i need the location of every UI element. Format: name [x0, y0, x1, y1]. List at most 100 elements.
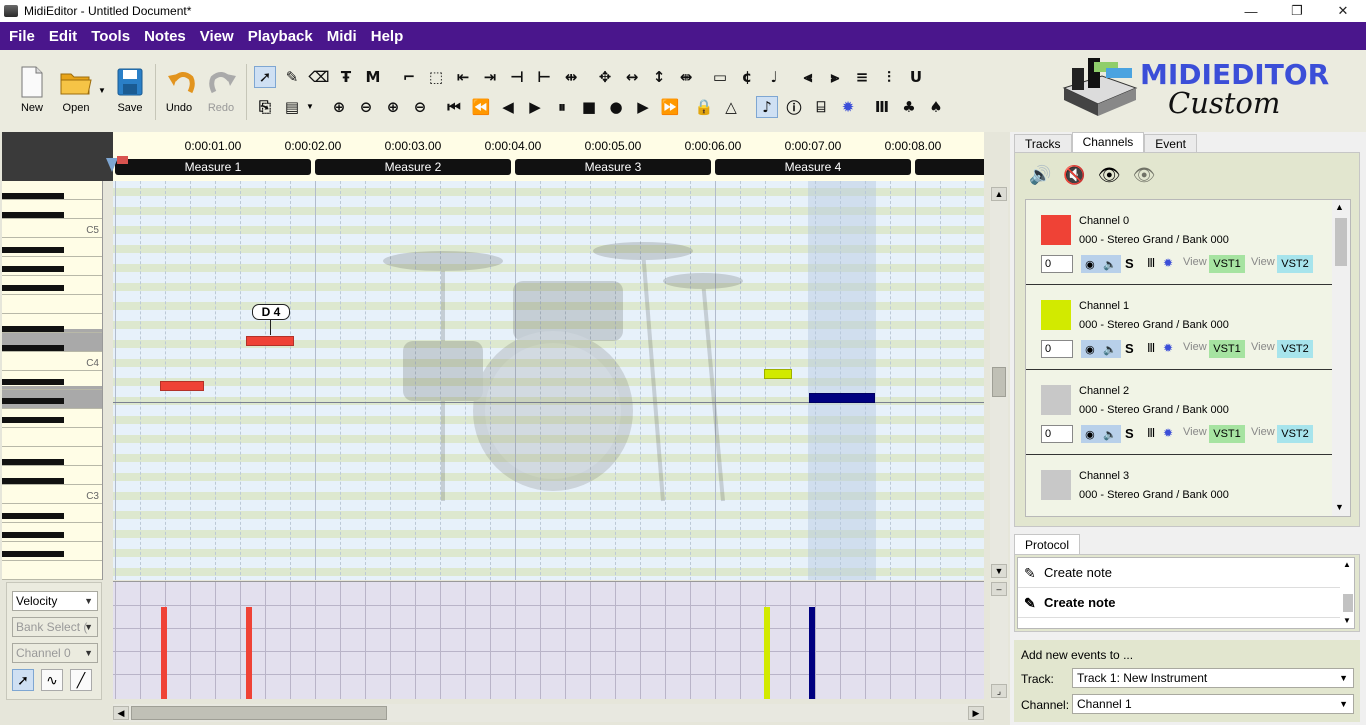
drums-icon[interactable]: ♣: [898, 96, 920, 118]
zoom-out-vertical-icon[interactable]: ⊖: [355, 96, 377, 118]
move-horizontal-icon[interactable]: ↔: [621, 66, 643, 88]
scroll-thumb[interactable]: [1343, 594, 1353, 612]
velocity-scrollbar[interactable]: – ⌟: [990, 582, 1008, 700]
equalize-icon[interactable]: ≡: [851, 66, 873, 88]
view-vst1-link[interactable]: View: [1183, 341, 1207, 353]
menu-playback[interactable]: Playback: [241, 28, 320, 45]
drum-kit-icon[interactable]: ♠: [925, 96, 947, 118]
measure-bar-5[interactable]: [915, 159, 984, 175]
all-invisible-icon[interactable]: 👁: [1133, 165, 1156, 186]
forward-icon[interactable]: ▶: [632, 96, 654, 118]
piano-black-key[interactable]: [2, 266, 64, 272]
misc-freehand-icon[interactable]: ∿: [41, 669, 63, 691]
forward-marker-icon[interactable]: ⏩: [659, 96, 681, 118]
tab-event[interactable]: Event: [1144, 134, 1197, 152]
channel-item[interactable]: Channel 1 000 - Stereo Grand / Bank 000 …: [1026, 285, 1332, 370]
minimize-button[interactable]: —: [1228, 0, 1274, 22]
cursor-marker-icon[interactable]: [117, 156, 128, 164]
channel-offset-stepper[interactable]: 0: [1041, 340, 1073, 358]
piano-white-key[interactable]: [2, 561, 102, 580]
gear-icon[interactable]: ✹: [1163, 341, 1173, 355]
menu-tools[interactable]: Tools: [84, 28, 137, 45]
velocity-bar[interactable]: [246, 607, 252, 699]
panic-icon[interactable]: ⓘ: [783, 96, 805, 118]
menu-midi[interactable]: Midi: [320, 28, 364, 45]
track-select[interactable]: Track 1: New Instrument ▼: [1072, 668, 1354, 688]
protocol-item-current[interactable]: ✎ Create note: [1018, 588, 1340, 618]
scissors-tool-icon[interactable]: M: [362, 66, 384, 88]
measure-bar-3[interactable]: Measure 3: [515, 159, 711, 175]
vst1-button[interactable]: VST1: [1209, 255, 1245, 273]
measure-bar-2[interactable]: Measure 2: [315, 159, 511, 175]
matrix-horizontal-scrollbar[interactable]: ◀ ▶: [113, 704, 984, 722]
paste-dropdown-icon[interactable]: ▼: [306, 102, 314, 111]
back-to-begin-icon[interactable]: ⏮: [443, 96, 465, 118]
glue-tool-icon[interactable]: Ŧ: [335, 66, 357, 88]
magnet-icon[interactable]: U: [905, 66, 927, 88]
measure-icon[interactable]: ▭: [709, 66, 731, 88]
scroll-thumb[interactable]: [1335, 218, 1347, 266]
piano-black-key[interactable]: [2, 285, 64, 291]
zoom-in-vertical-icon[interactable]: ⊕: [328, 96, 350, 118]
velocity-bar[interactable]: [161, 607, 167, 699]
channel-list-scrollbar[interactable]: ▲ ▼: [1332, 200, 1350, 516]
vst2-button[interactable]: VST2: [1277, 425, 1313, 443]
view-vst2-link[interactable]: View: [1251, 256, 1275, 268]
piano-black-key[interactable]: [2, 551, 64, 557]
channel-color-swatch[interactable]: [1041, 470, 1071, 500]
select-box-icon[interactable]: ⬚: [425, 66, 447, 88]
minus-icon[interactable]: –: [991, 582, 1007, 596]
piano-black-key[interactable]: [2, 478, 64, 484]
move-left-edge-icon[interactable]: ⊣: [506, 66, 528, 88]
align-right-icon[interactable]: ⫸: [824, 66, 846, 88]
back-icon[interactable]: ◀: [497, 96, 519, 118]
open-button[interactable]: Open: [54, 66, 98, 122]
select-right-icon[interactable]: ⇥: [479, 66, 501, 88]
misc-control-select[interactable]: Bank Select (▼: [12, 617, 98, 637]
piano-black-key[interactable]: [2, 417, 64, 423]
tab-channels[interactable]: Channels: [1071, 132, 1145, 152]
piano-black-key[interactable]: [2, 532, 64, 538]
select-left-icon[interactable]: ⇤: [452, 66, 474, 88]
vst1-button[interactable]: VST1: [1209, 340, 1245, 358]
note-ch0[interactable]: [160, 381, 204, 391]
all-sound-on-icon[interactable]: 🔊: [1029, 165, 1051, 186]
piano-black-key[interactable]: [2, 326, 64, 332]
view-vst2-link[interactable]: View: [1251, 341, 1275, 353]
piano-keyboard[interactable]: C5 C4 C3: [2, 181, 103, 580]
stretch-icon[interactable]: ⇼: [675, 66, 697, 88]
visibility-sound-toggle[interactable]: ◉ 🔈: [1081, 425, 1121, 443]
misc-pointer-icon[interactable]: ➚: [12, 669, 34, 691]
pause-icon[interactable]: ⏸: [551, 96, 573, 118]
measure-bar-1[interactable]: Measure 1: [115, 159, 311, 175]
scroll-down-icon[interactable]: ▼: [1343, 616, 1351, 625]
matrix-vertical-scrollbar[interactable]: ▲ ▼: [990, 187, 1008, 580]
misc-channel-select[interactable]: Channel 0 ▼: [12, 643, 98, 663]
settings-gear-icon[interactable]: ✹: [837, 96, 859, 118]
channel-select[interactable]: Channel 1 ▼: [1072, 694, 1354, 714]
piano-white-key[interactable]: [2, 428, 102, 447]
midi-out-icon[interactable]: ⌸: [810, 96, 832, 118]
tempo-icon[interactable]: ¢: [736, 66, 758, 88]
time-signature-icon[interactable]: ♩: [763, 66, 785, 88]
speaker-icon[interactable]: 🔈: [1103, 343, 1117, 356]
new-button[interactable]: New: [10, 66, 54, 122]
quantize-icon[interactable]: ⫶: [878, 66, 900, 88]
paste-icon[interactable]: ▤: [281, 96, 303, 118]
velocity-bar[interactable]: [764, 607, 770, 699]
note-ch1[interactable]: [764, 369, 792, 379]
visibility-sound-toggle[interactable]: ◉ 🔈: [1081, 255, 1121, 273]
undo-button[interactable]: Undo: [157, 66, 201, 122]
menu-view[interactable]: View: [193, 28, 241, 45]
protocol-scrollbar[interactable]: ▲ ▼: [1342, 558, 1354, 628]
protocol-item[interactable]: ✎ Create note: [1018, 558, 1340, 588]
vst2-button[interactable]: VST2: [1277, 340, 1313, 358]
metronome-icon[interactable]: △: [720, 96, 742, 118]
eye-icon[interactable]: ◉: [1085, 343, 1095, 356]
move-right-edge-icon[interactable]: ⊢: [533, 66, 555, 88]
lock-icon[interactable]: 🔒: [693, 96, 715, 118]
select-tool-icon[interactable]: ➚: [254, 66, 276, 88]
channel-item[interactable]: Channel 0 000 - Stereo Grand / Bank 000 …: [1026, 200, 1332, 285]
tab-tracks[interactable]: Tracks: [1014, 134, 1072, 152]
move-all-icon[interactable]: ✥: [594, 66, 616, 88]
